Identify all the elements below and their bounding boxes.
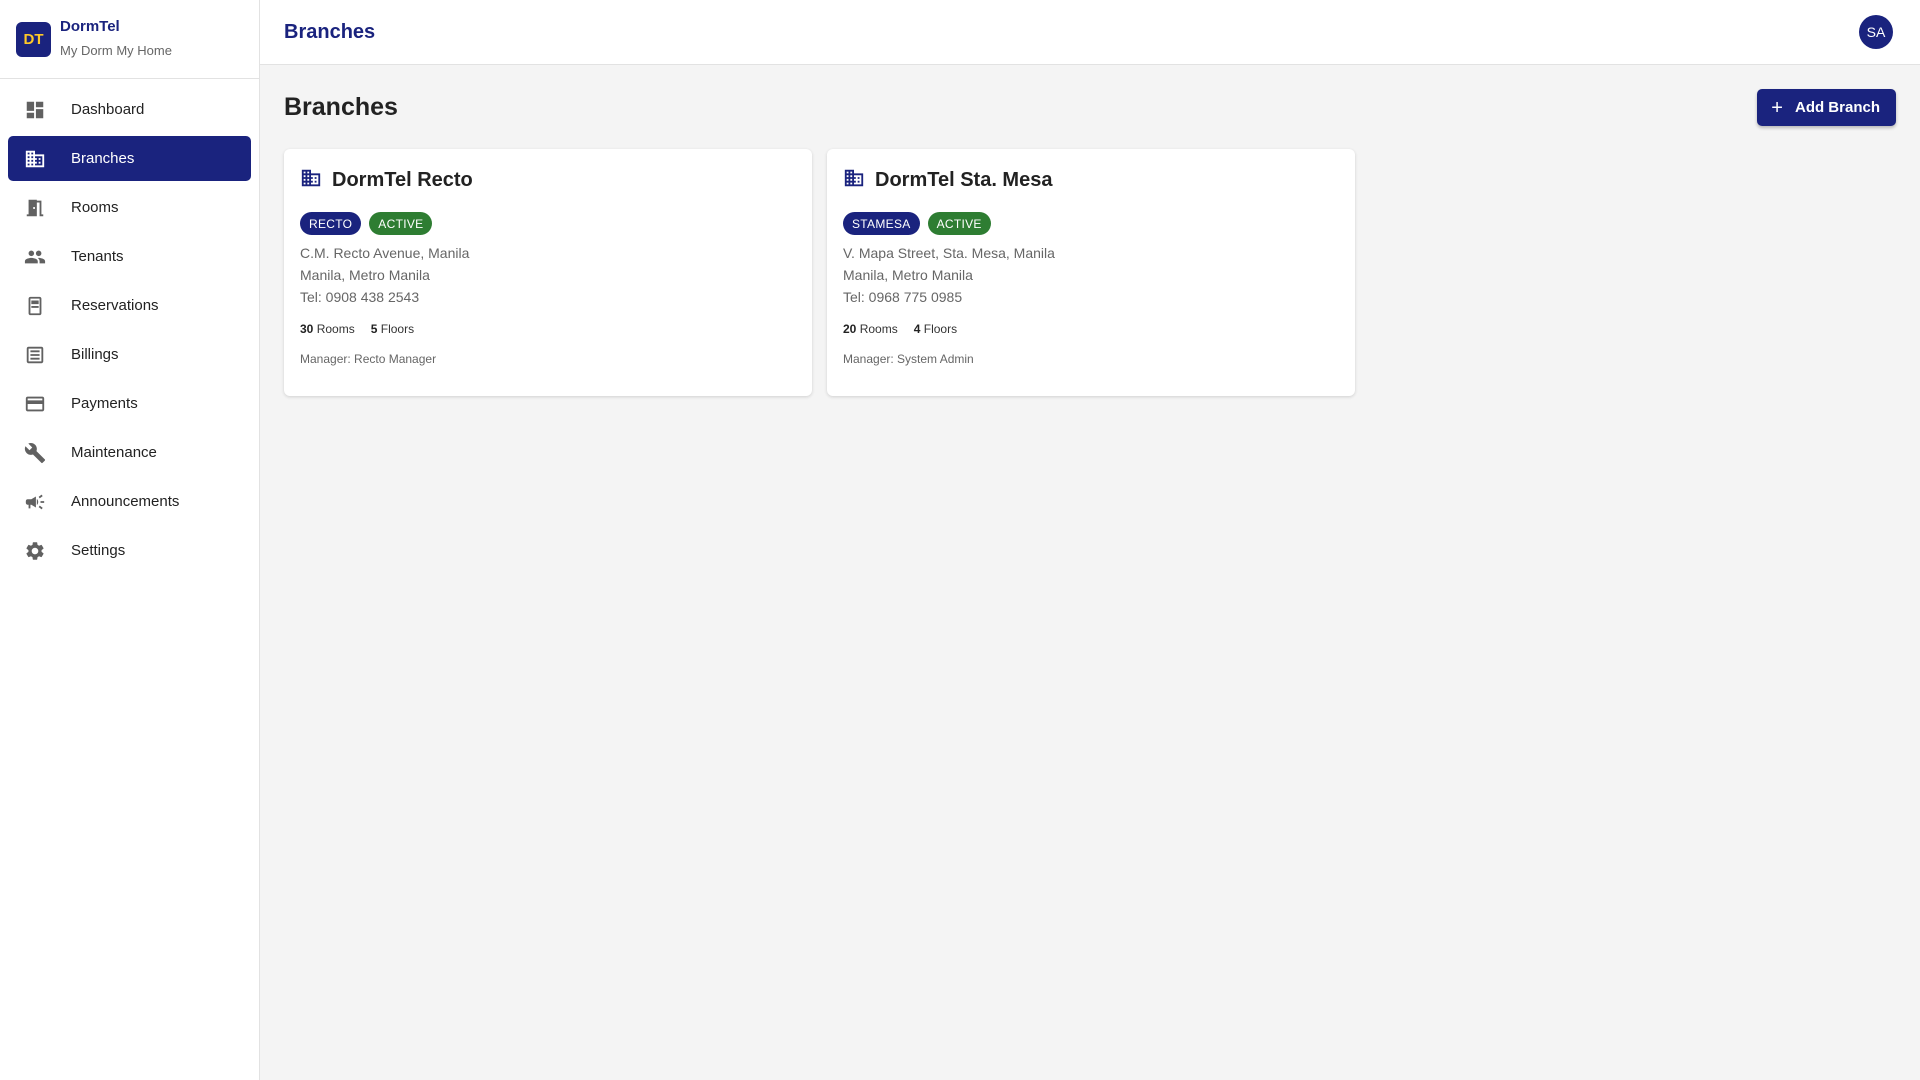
building-icon [843, 167, 865, 194]
branch-address-line1: C.M. Recto Avenue, Manila [300, 245, 470, 261]
branch-stats: 20 Rooms 4 Floors [843, 322, 1339, 336]
brand-name: DormTel [60, 18, 120, 35]
branch-code-badge: STAMESA [843, 212, 920, 235]
sidebar-item-payments[interactable]: Payments [8, 381, 251, 426]
brand-tagline: My Dorm My Home [60, 43, 172, 58]
sidebar-item-label: Rooms [71, 199, 119, 216]
credit-card-icon [24, 393, 46, 415]
building-icon [24, 148, 46, 170]
sidebar-item-dashboard[interactable]: Dashboard [8, 87, 251, 132]
reservation-icon [24, 295, 46, 317]
page-title: Branches [284, 93, 398, 121]
gear-icon [24, 540, 46, 562]
branch-card[interactable]: DormTel Recto RECTO ACTIVE C.M. Recto Av… [284, 149, 812, 396]
wrench-icon [24, 442, 46, 464]
sidebar-item-label: Maintenance [71, 444, 157, 461]
floors-label: Floors [923, 322, 958, 336]
sidebar-item-tenants[interactable]: Tenants [8, 234, 251, 279]
branch-phone: Tel: 0968 775 0985 [843, 289, 963, 305]
branch-name: DormTel Sta. Mesa [875, 168, 1053, 191]
sidebar-item-settings[interactable]: Settings [8, 528, 251, 573]
branch-address-line1: V. Mapa Street, Sta. Mesa, Manila [843, 245, 1055, 261]
rooms-count: 20 [843, 322, 857, 336]
branch-address-line2: Manila, Metro Manila [843, 267, 973, 283]
top-bar: Branches SA [260, 0, 1920, 65]
sidebar-nav: Dashboard Branches Rooms Tenants Reserva… [0, 79, 259, 585]
branch-stats: 30 Rooms 5 Floors [300, 322, 796, 336]
sidebar-item-billings[interactable]: Billings [8, 332, 251, 377]
add-branch-button[interactable]: + Add Branch [1757, 89, 1896, 126]
sidebar-item-announcements[interactable]: Announcements [8, 479, 251, 524]
floors-count: 4 [913, 322, 921, 336]
sidebar-item-reservations[interactable]: Reservations [8, 283, 251, 328]
floors-count: 5 [370, 322, 378, 336]
sidebar-item-label: Reservations [71, 297, 159, 314]
branch-name: DormTel Recto [332, 168, 473, 191]
branch-manager: Manager: System Admin [843, 352, 974, 366]
plus-icon: + [1771, 96, 1783, 119]
sidebar-item-rooms[interactable]: Rooms [8, 185, 251, 230]
rooms-label: Rooms [859, 322, 898, 336]
sidebar-item-branches[interactable]: Branches [8, 136, 251, 181]
dashboard-icon [24, 99, 46, 121]
sidebar-item-label: Dashboard [71, 101, 145, 118]
add-branch-label: Add Branch [1794, 99, 1880, 116]
door-icon [24, 197, 46, 219]
branch-manager: Manager: Recto Manager [300, 352, 437, 366]
branch-cards: DormTel Recto RECTO ACTIVE C.M. Recto Av… [284, 149, 1896, 396]
branch-address-line2: Manila, Metro Manila [300, 267, 430, 283]
building-icon [300, 167, 322, 194]
sidebar-item-label: Tenants [71, 248, 124, 265]
megaphone-icon [24, 491, 46, 513]
branch-phone: Tel: 0908 438 2543 [300, 289, 420, 305]
sidebar-item-label: Settings [71, 542, 126, 559]
sidebar-item-label: Branches [71, 150, 135, 167]
sidebar-item-label: Announcements [71, 493, 180, 510]
people-icon [24, 246, 46, 268]
branch-card[interactable]: DormTel Sta. Mesa STAMESA ACTIVE V. Mapa… [827, 149, 1355, 396]
main-content: Branches + Add Branch DormTel Recto RECT… [260, 65, 1920, 1080]
rooms-label: Rooms [316, 322, 355, 336]
brand-logo: DT [16, 21, 51, 57]
rooms-count: 30 [300, 322, 314, 336]
branch-code-badge: RECTO [300, 212, 362, 235]
sidebar-item-label: Billings [71, 346, 119, 363]
status-badge: ACTIVE [369, 212, 433, 235]
top-bar-title: Branches [284, 20, 376, 43]
sidebar: DT DormTel My Dorm My Home Dashboard Bra… [0, 0, 260, 1080]
receipt-icon [24, 344, 46, 366]
page-header: Branches + Add Branch [284, 89, 1896, 126]
sidebar-item-label: Payments [71, 395, 138, 412]
avatar[interactable]: SA [1859, 15, 1893, 49]
floors-label: Floors [380, 322, 415, 336]
brand[interactable]: DT DormTel My Dorm My Home [0, 0, 259, 79]
status-badge: ACTIVE [927, 212, 991, 235]
sidebar-item-maintenance[interactable]: Maintenance [8, 430, 251, 475]
